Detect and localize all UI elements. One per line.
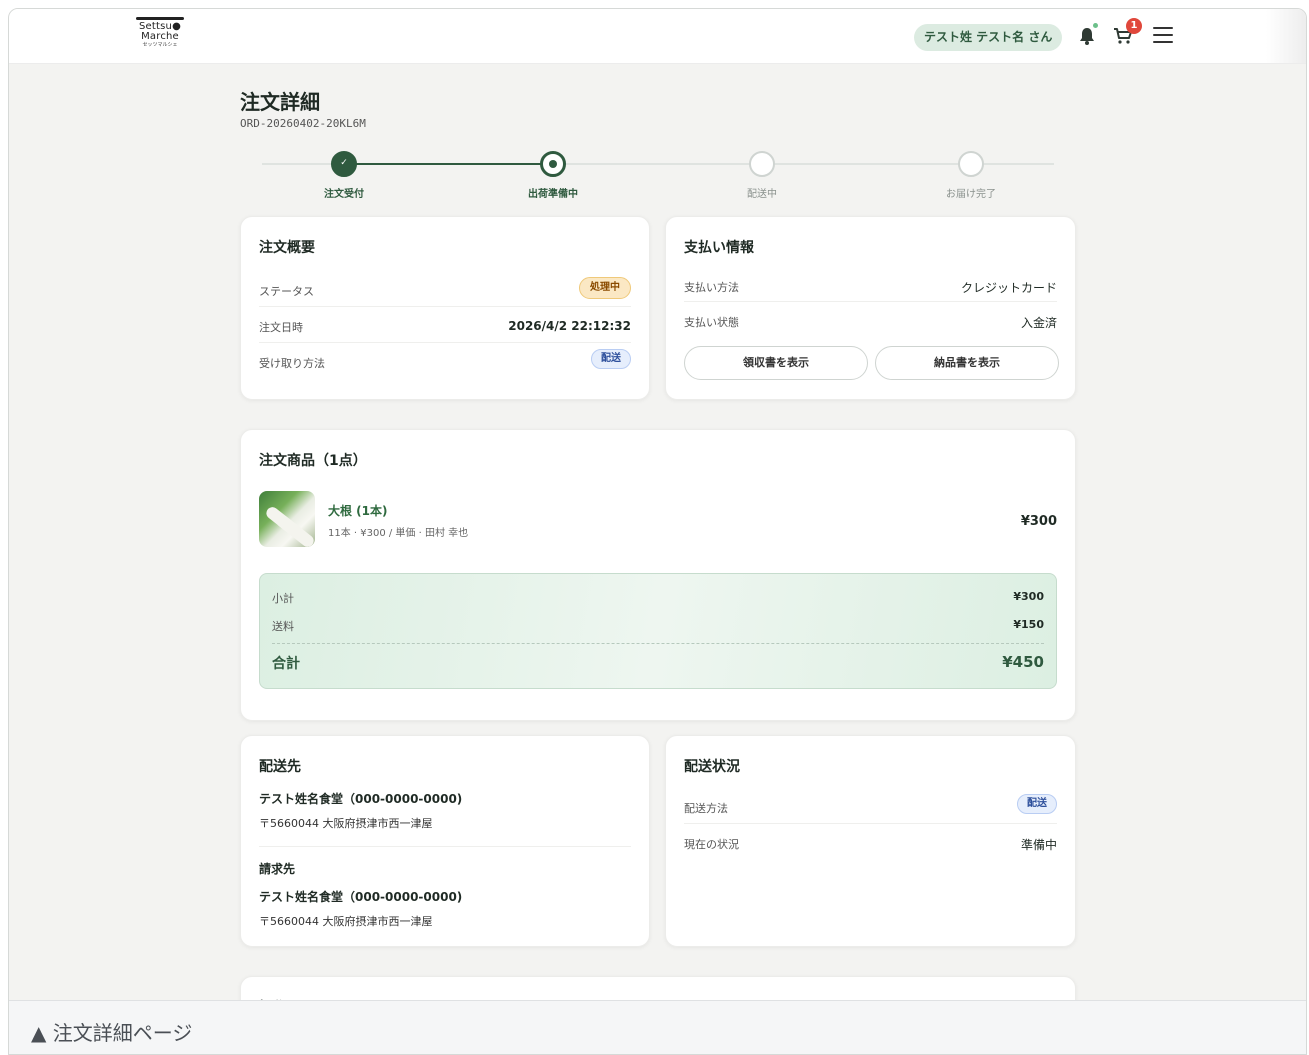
product-image-daikon[interactable]	[259, 491, 315, 547]
shipping-address-line: 〒5660044 大阪府摂津市西一津屋	[259, 817, 433, 830]
grand-total-label: 合計	[272, 656, 300, 672]
payment-method-label: 支払い方法	[684, 281, 739, 294]
order-date-label: 注文日時	[259, 321, 303, 334]
shipping-fee-label: 送料	[272, 620, 294, 633]
card-title: 注文概要	[259, 240, 315, 256]
delivery-status-row: 現在の状況 準備中	[684, 824, 1057, 860]
payment-state-value: 入金済	[1020, 316, 1057, 330]
card-title: 配送状況	[684, 759, 740, 775]
subtotal-row: 小計 ¥300	[272, 590, 1044, 606]
shipping-fee-row: 送料 ¥150	[272, 618, 1044, 634]
step-current-icon	[540, 151, 566, 177]
order-id: ORD-20260402-20KL6M	[240, 117, 366, 130]
cart-count-badge: 1	[1126, 18, 1142, 34]
payment-state-row: 支払い状態 入金済	[684, 302, 1057, 337]
grand-total-row: 合計 ¥450	[272, 653, 1044, 673]
step-label: 注文受付	[324, 189, 364, 200]
delivery-method-badge: 配送	[1017, 794, 1057, 814]
delivery-method-label: 配送方法	[684, 802, 728, 815]
card-title: 注文商品（1点）	[259, 453, 367, 469]
top-navigation-bar: Settsu● Marche セッツマルシェ テスト姓 テスト名 さん 1	[9, 9, 1306, 64]
caption-bar: ▲ 注文詳細ページ	[9, 1000, 1306, 1054]
notification-dot	[1093, 23, 1098, 28]
card-title: 配送先	[259, 759, 301, 775]
billing-address-line: 〒5660044 大阪府摂津市西一津屋	[259, 915, 433, 928]
payment-method-row: 支払い方法 クレジットカード	[684, 267, 1057, 302]
payment-info-card: 支払い情報 支払い方法 クレジットカード 支払い状態 入金済 領収書を表示 納品…	[665, 216, 1076, 400]
step-in-delivery: 配送中	[702, 151, 822, 200]
browser-frame: Settsu● Marche セッツマルシェ テスト姓 テスト名 さん 1 注文…	[8, 8, 1307, 1055]
step-pending-icon	[749, 151, 775, 177]
step-check-icon	[331, 151, 357, 177]
delivery-status-card: 配送状況 配送方法 配送 現在の状況 準備中	[665, 735, 1076, 947]
shipping-fee-value: ¥150	[1013, 618, 1044, 631]
logo-subtext: セッツマルシェ	[142, 42, 178, 48]
pickup-method-badge: 配送	[591, 349, 631, 369]
card-title: 支払い情報	[684, 240, 754, 256]
site-logo[interactable]: Settsu● Marche セッツマルシェ	[135, 17, 185, 53]
status-badge: 処理中	[579, 277, 631, 299]
logo-awning	[136, 17, 184, 20]
delivery-status-label: 現在の状況	[684, 838, 739, 851]
view-receipt-button[interactable]: 領収書を表示	[684, 346, 868, 380]
logo-text-line2: Marche	[141, 31, 179, 42]
product-meta: 11本 · ¥300 / 単価 · 田村 幸也	[328, 528, 469, 539]
user-name-pill[interactable]: テスト姓 テスト名 さん	[914, 24, 1063, 51]
delivery-status-value: 準備中	[1020, 838, 1057, 852]
grand-total-value: ¥450	[1002, 653, 1044, 671]
shipping-address-card: 配送先 テスト姓名食堂（000-0000-0000) 〒5660044 大阪府摂…	[240, 735, 650, 947]
subtotal-value: ¥300	[1013, 590, 1044, 603]
step-label: お届け完了	[946, 189, 996, 200]
pickup-method-row: 受け取り方法 配送	[259, 343, 631, 379]
billing-title: 請求先	[259, 862, 296, 876]
page-caption: ▲ 注文詳細ページ	[31, 1021, 193, 1045]
order-date-row: 注文日時 2026/4/2 22:12:32	[259, 307, 631, 343]
order-summary-card: 注文概要 ステータス 処理中 注文日時 2026/4/2 22:12:32 受け…	[240, 216, 650, 400]
status-label: ステータス	[259, 285, 314, 298]
shipping-recipient-name: テスト姓名食堂（000-0000-0000)	[259, 792, 463, 806]
page-title: 注文詳細	[240, 90, 320, 114]
subtotal-label: 小計	[272, 592, 294, 605]
step-order-received: 注文受付	[284, 151, 404, 200]
totals-divider	[272, 643, 1044, 644]
order-items-card: 注文商品（1点） 大根 (1本) 11本 · ¥300 / 単価 · 田村 幸也…	[240, 429, 1076, 721]
step-label: 出荷準備中	[528, 189, 578, 200]
status-row: ステータス 処理中	[259, 271, 631, 307]
hamburger-menu-icon[interactable]	[1153, 27, 1173, 45]
order-date-value: 2026/4/2 22:12:32	[508, 319, 631, 333]
step-label: 配送中	[747, 189, 777, 200]
step-pending-icon	[958, 151, 984, 177]
order-progress-stepper: 注文受付 出荷準備中 配送中 お届け完了	[240, 149, 1076, 200]
pickup-method-label: 受け取り方法	[259, 357, 325, 370]
step-preparing-shipment: 出荷準備中	[493, 151, 613, 200]
header-edge-shade	[1266, 9, 1306, 63]
product-name[interactable]: 大根 (1本)	[328, 502, 388, 519]
delivery-method-row: 配送方法 配送	[684, 788, 1057, 824]
order-totals-box: 小計 ¥300 送料 ¥150 合計 ¥450	[259, 573, 1057, 689]
step-delivered: お届け完了	[911, 151, 1031, 200]
product-price: ¥300	[1020, 514, 1057, 529]
address-divider	[259, 846, 631, 847]
billing-recipient-name: テスト姓名食堂（000-0000-0000)	[259, 890, 463, 904]
payment-method-value: クレジットカード	[960, 281, 1057, 295]
view-invoice-button[interactable]: 納品書を表示	[875, 346, 1059, 380]
bell-icon[interactable]	[1079, 27, 1095, 45]
payment-state-label: 支払い状態	[684, 316, 739, 329]
